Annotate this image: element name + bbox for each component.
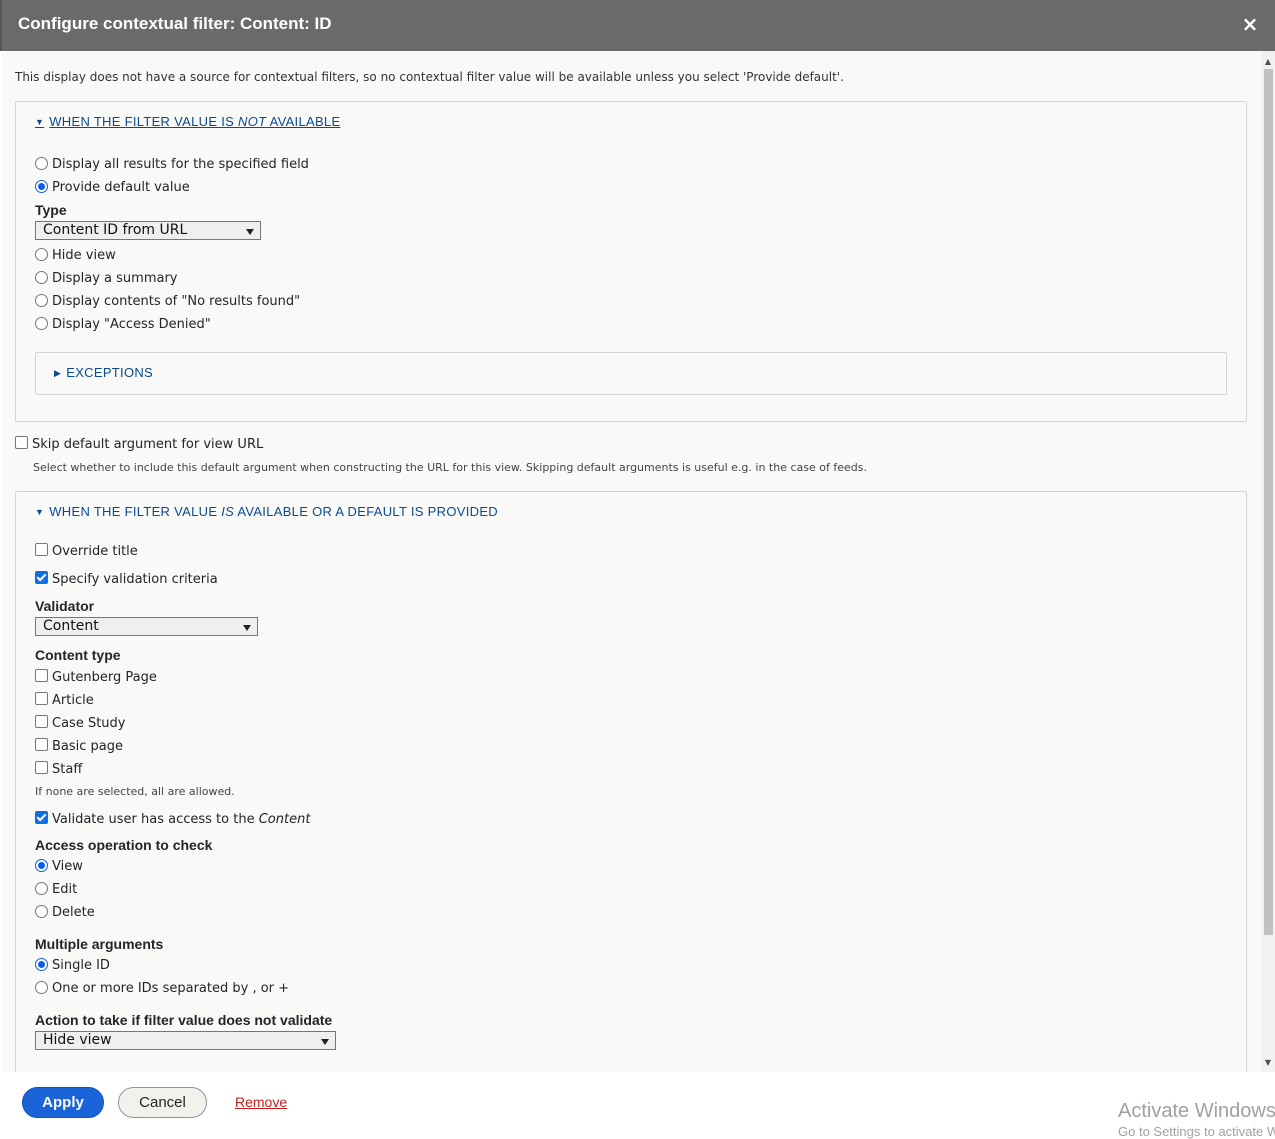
radio-access-edit-label: Edit (52, 882, 78, 897)
specify-validation-checkbox[interactable] (35, 571, 48, 584)
skip-default-checkbox[interactable] (15, 436, 28, 449)
radio-access-edit[interactable] (35, 882, 48, 895)
radio-multiple-ids[interactable] (35, 981, 48, 994)
multiple-args-label: Multiple arguments (35, 936, 164, 952)
radio-multiple-ids-label: One or more IDs separated by , or + (52, 981, 290, 996)
skip-default-label: Skip default argument for view URL (32, 437, 264, 452)
content-type-case-study-checkbox[interactable] (35, 715, 48, 728)
type-select[interactable]: Content ID from URL (35, 221, 261, 240)
scrollbar-thumb[interactable] (1264, 69, 1273, 935)
radio-access-delete-label: Delete (52, 905, 95, 920)
validate-access-label: Validate user has access to the Content (52, 812, 311, 827)
dialog-title: Configure contextual filter: Content: ID (18, 14, 332, 33)
remove-link[interactable]: Remove (235, 1094, 287, 1110)
validator-select[interactable]: Content (35, 617, 258, 636)
radio-hide-view[interactable] (35, 248, 48, 261)
content-type-staff-label: Staff (52, 762, 83, 777)
dialog-titlebar: Configure contextual filter: Content: ID… (0, 0, 1275, 51)
radio-display-all-label: Display all results for the specified fi… (52, 157, 309, 172)
type-label: Type (35, 202, 67, 218)
radio-single-id-label: Single ID (52, 958, 110, 973)
cancel-button[interactable]: Cancel (118, 1087, 207, 1118)
exceptions-toggle[interactable]: ▶ EXCEPTIONS (54, 365, 153, 380)
activate-windows-subtext: Go to Settings to activate Windows. (1118, 1124, 1275, 1139)
radio-access-delete[interactable] (35, 905, 48, 918)
skip-default-description: Select whether to include this default a… (33, 461, 867, 474)
triangle-down-icon: ▼ (35, 117, 45, 127)
validator-label: Validator (35, 598, 95, 614)
dialog-content[interactable]: This display does not have a source for … (2, 51, 1261, 1072)
legend-not-available[interactable]: ▼ WHEN THE FILTER VALUE IS NOT AVAILABLE (35, 114, 340, 129)
content-type-gutenberg-label: Gutenberg Page (52, 670, 157, 685)
triangle-right-icon: ▶ (54, 368, 62, 378)
fieldset-exceptions (35, 352, 1227, 395)
dialog-footer: Apply Cancel Remove Activate Windows Go … (0, 1072, 1275, 1139)
radio-access-denied[interactable] (35, 317, 48, 330)
content-type-article-checkbox[interactable] (35, 692, 48, 705)
fail-action-label: Action to take if filter value does not … (35, 1012, 333, 1028)
content-type-article-label: Article (52, 693, 94, 708)
scrollbar[interactable]: ▲ ▼ (1261, 51, 1275, 1072)
fail-action-select[interactable]: Hide view (35, 1031, 336, 1050)
radio-provide-default[interactable] (35, 180, 48, 193)
override-title-checkbox[interactable] (35, 543, 48, 556)
validate-access-checkbox[interactable] (35, 811, 48, 824)
radio-no-results-label: Display contents of "No results found" (52, 294, 301, 309)
radio-display-summary[interactable] (35, 271, 48, 284)
radio-no-results[interactable] (35, 294, 48, 307)
legend-available[interactable]: ▼ WHEN THE FILTER VALUE IS AVAILABLE OR A… (35, 504, 498, 519)
triangle-down-icon: ▼ (35, 507, 45, 517)
radio-provide-default-label: Provide default value (52, 180, 190, 195)
content-type-basic-page-checkbox[interactable] (35, 738, 48, 751)
content-type-help: If none are selected, all are allowed. (35, 785, 235, 798)
content-type-gutenberg-checkbox[interactable] (35, 669, 48, 682)
intro-text: This display does not have a source for … (15, 70, 844, 84)
close-icon[interactable]: × (1241, 13, 1259, 35)
validator-select-value: Content (43, 618, 99, 634)
activate-windows-watermark: Activate Windows (1118, 1100, 1275, 1122)
scroll-up-icon[interactable]: ▲ (1261, 55, 1275, 69)
content-type-case-study-label: Case Study (52, 716, 126, 731)
radio-display-all[interactable] (35, 157, 48, 170)
radio-access-view-label: View (52, 859, 83, 874)
access-op-label: Access operation to check (35, 837, 213, 853)
specify-validation-label: Specify validation criteria (52, 572, 218, 587)
caret-down-icon (246, 229, 254, 235)
fail-action-select-value: Hide view (43, 1032, 112, 1048)
caret-down-icon (243, 625, 251, 631)
radio-single-id[interactable] (35, 958, 48, 971)
override-title-label: Override title (52, 544, 138, 559)
caret-down-icon (321, 1039, 329, 1045)
radio-access-denied-label: Display "Access Denied" (52, 317, 211, 332)
scroll-down-icon[interactable]: ▼ (1261, 1056, 1275, 1070)
radio-display-summary-label: Display a summary (52, 271, 178, 286)
content-type-label: Content type (35, 647, 121, 663)
type-select-value: Content ID from URL (43, 222, 188, 238)
content-type-basic-page-label: Basic page (52, 739, 124, 754)
radio-access-view[interactable] (35, 859, 48, 872)
apply-button[interactable]: Apply (22, 1087, 104, 1118)
content-type-staff-checkbox[interactable] (35, 761, 48, 774)
radio-hide-view-label: Hide view (52, 248, 116, 263)
